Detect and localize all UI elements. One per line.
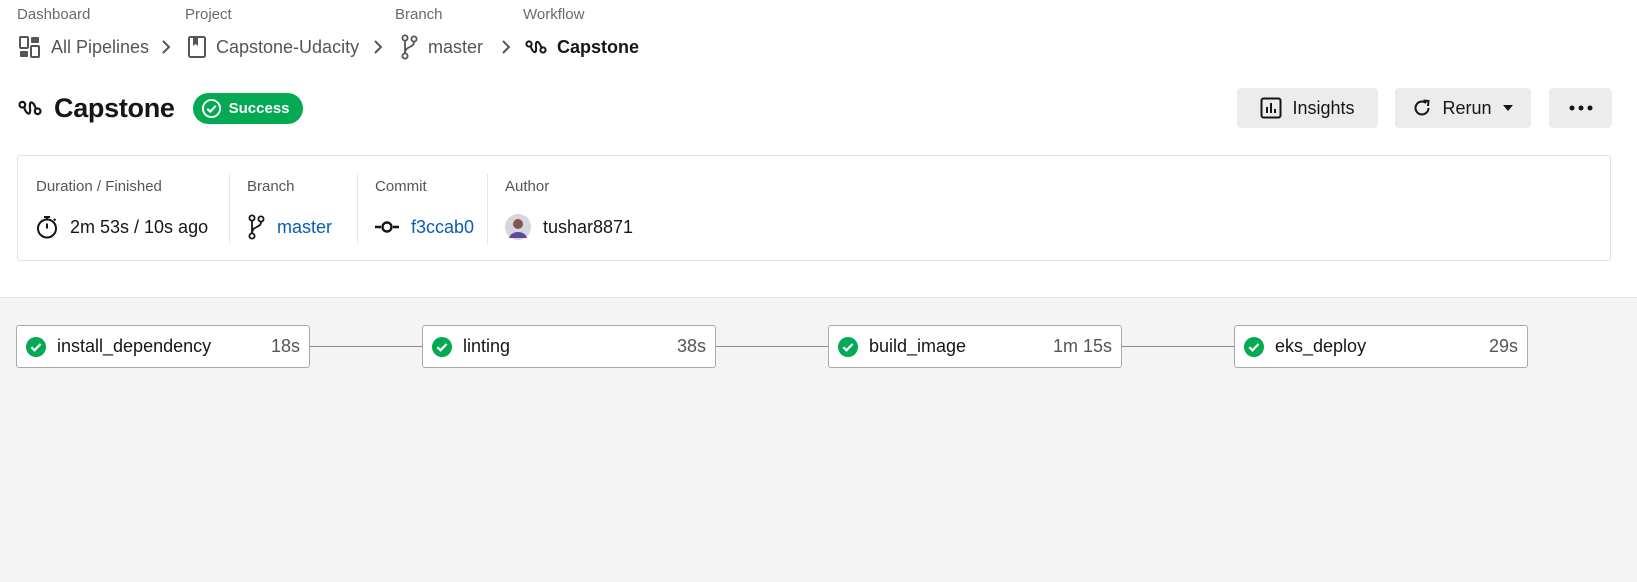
stopwatch-icon [37, 216, 57, 239]
breadcrumb-all-pipelines[interactable]: All Pipelines [19, 34, 149, 60]
rerun-button[interactable]: Rerun [1395, 88, 1531, 128]
rerun-label: Rerun [1442, 97, 1492, 118]
breadcrumb-label: All Pipelines [51, 36, 150, 57]
breadcrumb-label: Capstone-Udacity [216, 36, 360, 57]
chevron-right-icon [162, 40, 171, 54]
author-value: tushar8871 [505, 212, 633, 242]
author-name: tushar8871 [543, 216, 634, 237]
workflow-icon [18, 100, 42, 116]
commit-link[interactable]: f3ccab0 [411, 217, 474, 238]
breadcrumb-branch[interactable]: master [400, 34, 483, 60]
job-node[interactable]: install_dependency 18s [16, 325, 310, 368]
status-label: Success [228, 99, 290, 117]
avatar [505, 214, 531, 240]
insights-icon [1260, 97, 1282, 119]
commit-value[interactable]: f3ccab0 [375, 212, 474, 242]
job-name: install_dependency [57, 336, 212, 356]
success-check-icon [1244, 336, 1264, 357]
success-check-icon [432, 336, 452, 357]
breadcrumb-label: master [428, 36, 484, 57]
insights-button[interactable]: Insights [1237, 88, 1378, 128]
job-duration: 38s [676, 336, 706, 356]
job-node[interactable]: linting 38s [422, 325, 716, 368]
commit-icon [375, 221, 399, 233]
breadcrumb-label: Capstone [557, 36, 640, 57]
workflow-icon [525, 40, 547, 54]
workflow-header: Capstone Success [18, 90, 303, 126]
insights-label: Insights [1292, 97, 1355, 118]
breadcrumb-caption-project: Project [185, 6, 232, 23]
bookmark-icon [188, 36, 206, 58]
duration-caption: Duration / Finished [36, 178, 162, 195]
job-duration: 18s [270, 336, 300, 356]
dashboard-icon [19, 36, 40, 58]
breadcrumb-caption-dashboard: Dashboard [17, 6, 91, 23]
job-name: eks_deploy [1275, 336, 1367, 356]
breadcrumb-caption-branch: Branch [395, 6, 443, 23]
job-duration: 1m 15s [1052, 336, 1112, 356]
more-options-button[interactable] [1549, 88, 1612, 128]
job-duration: 29s [1488, 336, 1518, 356]
breadcrumb-caption-workflow: Workflow [523, 6, 585, 23]
branch-icon [248, 214, 265, 240]
success-check-icon [26, 336, 46, 357]
job-name: linting [463, 336, 511, 356]
more-icon [1569, 105, 1592, 111]
job-name: build_image [869, 336, 967, 356]
workflow-graph-canvas: install_dependency 18s linting 38s build… [0, 297, 1637, 582]
status-badge: Success [192, 92, 303, 124]
author-caption: Author [505, 178, 550, 195]
job-node[interactable]: eks_deploy 29s [1234, 325, 1528, 368]
chevron-right-icon [502, 40, 511, 54]
commit-caption: Commit [375, 178, 427, 195]
breadcrumb-workflow: Capstone [525, 34, 639, 60]
duration-text: 2m 53s / 10s ago [70, 216, 209, 237]
breadcrumb-project[interactable]: Capstone-Udacity [188, 34, 359, 60]
refresh-icon [1414, 99, 1431, 116]
check-circle-icon [201, 98, 221, 118]
pipeline-info-card: Duration / Finished 2m 53s / 10s ago Bra… [17, 155, 1611, 261]
duration-value: 2m 53s / 10s ago [36, 212, 208, 242]
branch-link[interactable]: master [277, 217, 332, 238]
branch-caption: Branch [247, 178, 295, 195]
page-title: Capstone [54, 92, 175, 123]
chevron-right-icon [374, 40, 383, 54]
branch-value[interactable]: master [247, 212, 332, 242]
success-check-icon [838, 336, 858, 357]
caret-down-icon [1502, 105, 1513, 111]
job-node[interactable]: build_image 1m 15s [828, 325, 1122, 368]
branch-icon [401, 34, 418, 60]
